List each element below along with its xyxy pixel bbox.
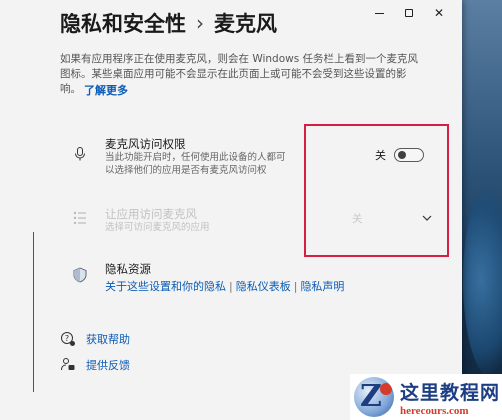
app-access-description: 选择可访问麦克风的应用 bbox=[105, 222, 210, 233]
app-access-label: 让应用访问麦克风 bbox=[105, 207, 197, 221]
get-help-label: 获取帮助 bbox=[86, 333, 130, 346]
privacy-link-about[interactable]: 关于这些设置和你的隐私 bbox=[105, 280, 226, 293]
privacy-link-dashboard[interactable]: 隐私仪表板 bbox=[236, 280, 291, 293]
app-list-icon bbox=[73, 211, 86, 225]
description-line: 图标。某些桌面应用可能不会显示在此页面上或可能不会受到这些设置的影 bbox=[60, 68, 407, 80]
watermark-en: herecours.com bbox=[400, 404, 469, 417]
help-icon: ? bbox=[61, 332, 75, 346]
watermark-logo-letter: Z bbox=[360, 379, 382, 414]
wallpaper-swirl bbox=[463, 180, 502, 380]
feedback-label: 提供反馈 bbox=[86, 359, 130, 372]
window-edge-line bbox=[33, 232, 34, 392]
breadcrumb-separator-icon: › bbox=[196, 11, 204, 35]
breadcrumb-current: 麦克风 bbox=[214, 12, 277, 36]
feedback-icon bbox=[61, 358, 75, 371]
mic-access-description: 当此功能开启时，任何使用此设备的人都可 以选择他们的应用是否有麦克风访问权 bbox=[105, 151, 325, 177]
desktop-background bbox=[455, 0, 502, 420]
feedback-link[interactable]: 提供反馈 bbox=[60, 357, 130, 373]
maximize-button[interactable] bbox=[394, 0, 424, 26]
get-help-link[interactable]: ? 获取帮助 bbox=[60, 331, 130, 347]
mic-access-sub-line: 以选择他们的应用是否有麦克风访问权 bbox=[105, 165, 267, 176]
minimize-icon bbox=[374, 12, 384, 14]
watermark-cn: 这里教程网 bbox=[400, 381, 501, 404]
privacy-links: 关于这些设置和你的隐私 | 隐私仪表板 | 隐私声明 bbox=[105, 278, 344, 294]
watermark-logo: Z bbox=[354, 377, 394, 417]
breadcrumb-parent[interactable]: 隐私和安全性 bbox=[60, 8, 186, 38]
link-divider: | bbox=[229, 280, 233, 293]
close-button[interactable]: ✕ bbox=[424, 0, 454, 26]
settings-window: ✕ 隐私和安全性 › 麦克风 如果有应用程序正在使用麦克风，则会在 Window… bbox=[0, 0, 462, 420]
description-line: 如果有应用程序正在使用麦克风，则会在 Windows 任务栏上看到一个麦克风 bbox=[60, 53, 419, 65]
shield-icon bbox=[73, 267, 87, 283]
privacy-link-statement[interactable]: 隐私声明 bbox=[300, 280, 344, 293]
mic-access-label: 麦克风访问权限 bbox=[105, 137, 186, 151]
maximize-icon bbox=[405, 9, 413, 17]
close-icon: ✕ bbox=[433, 6, 445, 20]
svg-text:?: ? bbox=[65, 334, 69, 343]
microphone-icon bbox=[75, 147, 85, 161]
link-divider: | bbox=[293, 280, 298, 293]
privacy-resources-label: 隐私资源 bbox=[105, 262, 151, 276]
page-title: 隐私和安全性 › 麦克风 bbox=[60, 8, 277, 38]
minimize-button[interactable] bbox=[364, 0, 394, 26]
watermark-text: 这里教程网 herecours.com bbox=[400, 378, 500, 417]
caption-buttons: ✕ bbox=[364, 0, 454, 26]
watermark-logo-dot bbox=[380, 383, 392, 395]
watermark: Z 这里教程网 herecours.com bbox=[350, 374, 502, 420]
learn-more-link[interactable]: 了解更多 bbox=[84, 82, 128, 98]
highlight-box bbox=[304, 124, 449, 257]
mic-access-sub-line: 当此功能开启时，任何使用此设备的人都可 bbox=[105, 152, 286, 163]
